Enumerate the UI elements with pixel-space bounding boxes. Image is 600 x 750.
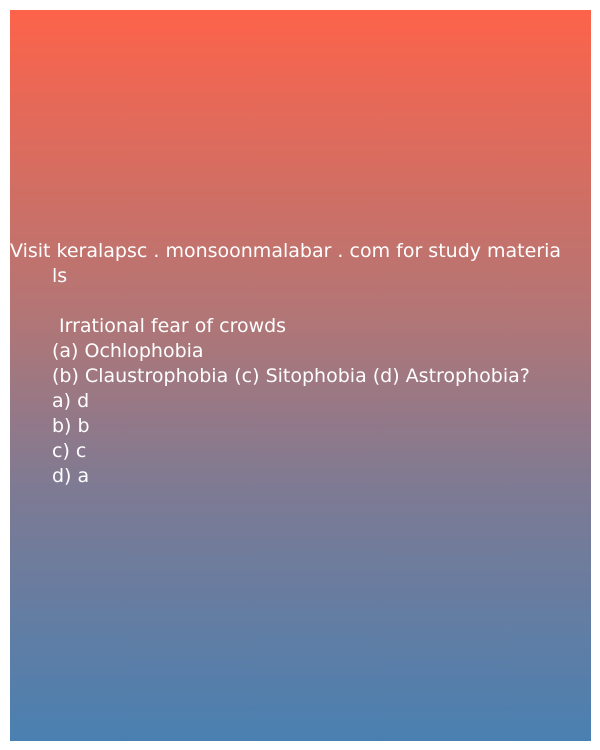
card-text-block: Visit keralapsc . monsoonmalabar . com f… <box>10 239 591 489</box>
question-option-line-1: (a) Ochlophobia <box>52 340 204 362</box>
answer-choice-b: b) b <box>52 415 90 437</box>
answer-choice-c: c) c <box>52 440 87 462</box>
promo-line-2: ls <box>52 265 68 287</box>
question-option-line-2: (b) Claustrophobia (c) Sitophobia (d) As… <box>52 365 530 387</box>
answer-choice-a: a) d <box>52 390 90 412</box>
gradient-card: Visit keralapsc . monsoonmalabar . com f… <box>10 10 591 741</box>
answer-choice-d: d) a <box>52 465 90 487</box>
question-text: Irrational fear of crowds <box>59 315 287 337</box>
promo-line-1: Visit keralapsc . monsoonmalabar . com f… <box>10 240 562 262</box>
